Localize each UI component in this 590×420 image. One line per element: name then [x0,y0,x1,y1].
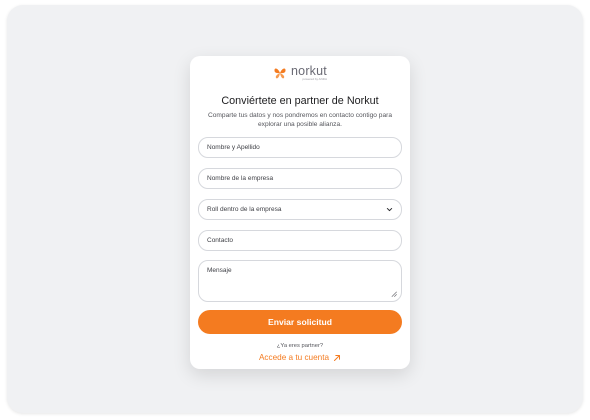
butterfly-logo-icon [274,68,286,79]
page-background: norkut powered by ANDA Conviértete en pa… [7,5,583,413]
arrow-up-right-icon [334,354,341,361]
form-title: Conviértete en partner de Norkut [221,95,379,107]
role-select[interactable]: Roll dentro de la empresa [198,199,402,220]
submit-button[interactable]: Enviar solicitud [198,310,402,334]
brand-name: norkut [291,63,327,78]
name-field[interactable]: Nombre y Apellido [198,137,402,158]
partner-question: ¿Ya eres partner? [276,343,324,349]
brand-tagline: powered by ANDA [302,77,327,82]
contact-field[interactable]: Contacto [198,230,402,251]
resize-handle-icon[interactable] [391,291,397,297]
partner-form-card: norkut powered by ANDA Conviértete en pa… [190,56,410,369]
role-select-placeholder: Roll dentro de la empresa [207,206,282,213]
login-link-label: Accede a tu cuenta [258,353,330,362]
brand-logo: norkut powered by ANDA [198,63,402,83]
message-textarea-placeholder: Mensaje [207,267,232,274]
contact-field-placeholder: Contacto [207,237,234,244]
name-field-placeholder: Nombre y Apellido [207,144,260,151]
chevron-down-icon [386,207,393,212]
company-field[interactable]: Nombre de la empresa [198,168,402,189]
form-subtitle: Comparte tus datos y nos pondremos en co… [207,112,392,128]
login-link[interactable]: Accede a tu cuenta [198,353,402,362]
message-textarea[interactable]: Mensaje [198,260,402,302]
company-field-placeholder: Nombre de la empresa [207,175,274,182]
submit-button-label: Enviar solicitud [268,317,332,327]
